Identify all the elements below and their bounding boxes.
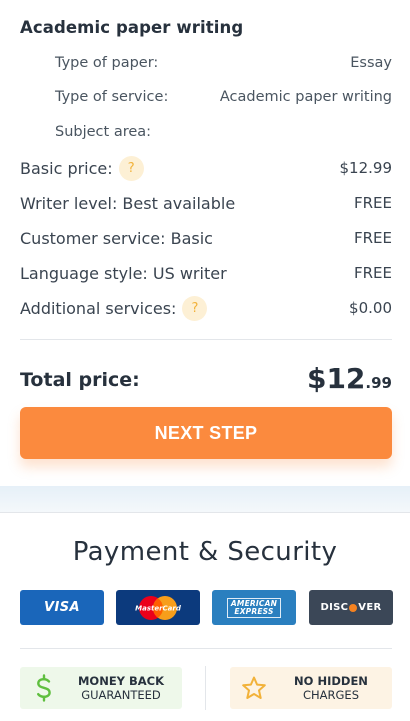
- price-row-language-style: Language style: US writer FREE: [20, 259, 392, 287]
- amex-line2: EXPRESS: [234, 606, 274, 616]
- no-hidden-line2: CHARGES: [302, 688, 359, 702]
- price-label: Basic price:: [20, 158, 113, 178]
- badge-separator: [205, 666, 206, 710]
- detail-label: Type of paper:: [55, 55, 159, 71]
- price-value: FREE: [353, 229, 392, 247]
- discover-logo: DISC VER: [309, 590, 393, 625]
- price-value: FREE: [353, 194, 392, 212]
- money-back-badge: MONEY BACK GUARANTEED: [20, 667, 182, 709]
- mastercard-circles: MasterCard: [135, 595, 181, 620]
- price-label: Language style: US writer: [20, 263, 227, 283]
- star-icon: [230, 675, 278, 701]
- price-value: $0.00: [349, 299, 392, 317]
- detail-label: Subject area:: [55, 124, 152, 140]
- price-value: $12.99: [339, 159, 393, 177]
- no-hidden-charges-text: NO HIDDEN CHARGES: [278, 674, 392, 702]
- discover-text-pre: DISC: [320, 602, 349, 613]
- mastercard-logo: MasterCard: [116, 590, 200, 625]
- amex-box: AMERICAN EXPRESS: [226, 597, 282, 618]
- help-icon[interactable]: ?: [182, 295, 208, 321]
- payment-security-title: Payment & Security: [72, 537, 338, 567]
- total-price-amount: $12.99: [307, 362, 392, 395]
- price-label: Writer level: Best available: [20, 193, 236, 213]
- detail-label: Type of service:: [55, 89, 169, 105]
- money-back-text: MONEY BACK GUARANTEED: [68, 674, 182, 702]
- detail-type-of-service: Type of service: Academic paper writing: [55, 89, 392, 109]
- total-price-row: Total price: $12.99: [20, 355, 392, 395]
- detail-subject-area: Subject area:: [55, 124, 392, 144]
- money-back-line1: MONEY BACK: [77, 674, 165, 688]
- price-row-basic: Basic price: ? $12.99: [20, 154, 392, 182]
- total-price-label: Total price:: [20, 369, 140, 391]
- paper-title: Academic paper writing: [20, 18, 244, 37]
- mastercard-text: MasterCard: [135, 604, 181, 612]
- price-value: FREE: [353, 264, 392, 282]
- visa-logo: VISA: [20, 590, 104, 625]
- price-row-additional-services: Additional services: ? $0.00: [20, 294, 392, 322]
- divider: [20, 648, 392, 649]
- payment-security-section: Payment & Security VISA MasterCard AMERI…: [0, 512, 410, 721]
- total-price-cents: .99: [365, 374, 392, 392]
- detail-value: Academic paper writing: [219, 89, 392, 105]
- detail-type-of-paper: Type of paper: Essay: [55, 55, 392, 75]
- no-hidden-line1: NO HIDDEN: [294, 674, 368, 688]
- next-step-button[interactable]: NEXT STEP: [20, 407, 392, 459]
- price-row-customer-service: Customer service: Basic FREE: [20, 224, 392, 252]
- price-label: Customer service: Basic: [20, 228, 213, 248]
- amex-logo: AMERICAN EXPRESS: [212, 590, 296, 625]
- no-hidden-charges-badge: NO HIDDEN CHARGES: [230, 667, 392, 709]
- discover-dot-icon: [349, 603, 358, 612]
- dollar-icon: [20, 674, 68, 702]
- detail-value: Essay: [350, 55, 392, 71]
- divider: [20, 339, 392, 340]
- order-summary: Academic paper writing Type of paper: Es…: [0, 0, 410, 486]
- money-back-line2: GUARANTEED: [81, 688, 161, 702]
- price-label: Additional services:: [20, 298, 177, 318]
- discover-text-post: VER: [358, 602, 382, 613]
- price-row-writer-level: Writer level: Best available FREE: [20, 189, 392, 217]
- help-icon[interactable]: ?: [118, 155, 144, 181]
- section-separator: [0, 486, 410, 512]
- total-price-dollars: $12: [306, 362, 366, 395]
